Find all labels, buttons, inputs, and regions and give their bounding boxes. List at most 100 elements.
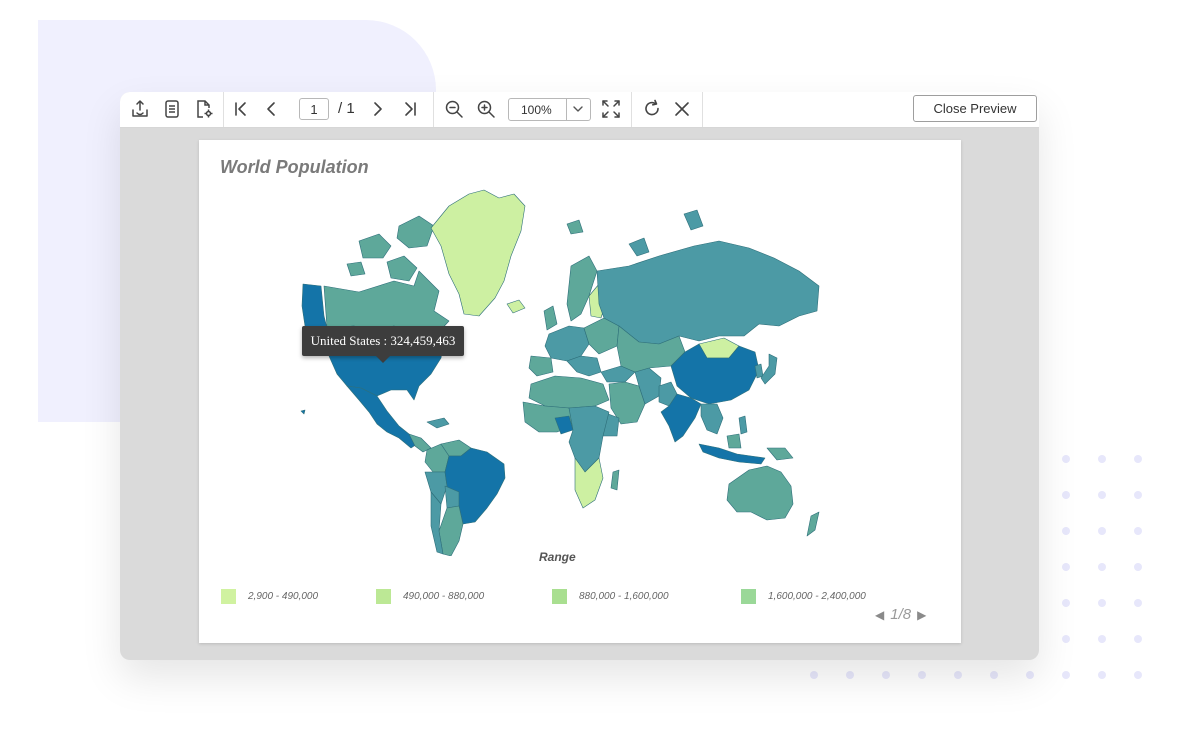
decorative-dot — [1062, 635, 1070, 643]
legend-swatch — [221, 588, 236, 604]
map-region-australia — [726, 465, 794, 521]
map-region-arctic-islands — [396, 215, 435, 249]
map-region-japan — [760, 353, 778, 385]
map-region-arctic-islands — [346, 261, 366, 277]
previous-page-icon[interactable] — [260, 98, 282, 120]
map-region-indonesia — [726, 433, 742, 449]
map-region-philippines — [738, 415, 748, 435]
report-title: World Population — [220, 157, 369, 177]
report-viewer: / 1 100% — [120, 92, 1039, 660]
map-region-western-europe — [544, 325, 590, 362]
decorative-dot — [1098, 455, 1106, 463]
decorative-dot — [1134, 671, 1142, 679]
legend-item[interactable]: 880,000 - 1,600,000 — [552, 588, 669, 604]
decorative-dot — [1026, 671, 1034, 679]
last-page-icon[interactable] — [399, 98, 421, 120]
legend-pager: ◀ 1/8 ▶ — [875, 606, 926, 623]
map-region-svalbard — [566, 219, 584, 235]
decorative-dot — [1062, 599, 1070, 607]
legend-item[interactable]: 490,000 - 880,000 — [376, 588, 484, 604]
export-icon[interactable] — [129, 98, 151, 120]
legend-item[interactable]: 2,900 - 490,000 — [221, 588, 318, 604]
page-total-label: / 1 — [338, 100, 355, 117]
decorative-dot — [1134, 527, 1142, 535]
decorative-dot — [1134, 635, 1142, 643]
decorative-dot — [1062, 455, 1070, 463]
map-region-iceland — [506, 299, 526, 314]
decorative-dot — [954, 671, 962, 679]
zoom-out-icon[interactable] — [443, 98, 465, 120]
map-region-argentina — [438, 505, 464, 556]
decorative-dot — [1098, 491, 1106, 499]
viewer-toolbar: / 1 100% — [120, 92, 1039, 128]
zoom-dropdown-divider — [566, 99, 567, 120]
page-number-input[interactable] — [299, 98, 329, 120]
legend-label: 880,000 - 1,600,000 — [579, 590, 669, 602]
legend-swatch — [376, 588, 391, 604]
chevron-down-icon[interactable] — [571, 102, 585, 121]
zoom-in-icon[interactable] — [475, 98, 497, 120]
map-region-iberia — [528, 355, 554, 377]
decorative-dot — [990, 671, 998, 679]
decorative-dot — [1098, 527, 1106, 535]
legend-page-label: 1/8 — [890, 606, 912, 623]
legend-item[interactable]: 1,600,000 - 2,400,000 — [741, 588, 866, 604]
decorative-dot — [1134, 563, 1142, 571]
map-region-alaska — [301, 283, 328, 333]
decorative-dot — [1098, 563, 1106, 571]
legend-swatch — [741, 588, 756, 604]
legend-prev-icon[interactable]: ◀ — [875, 608, 884, 622]
map-region-southeast-asia — [700, 403, 724, 435]
map-region-madagascar — [610, 469, 620, 491]
toolbar-separator — [433, 92, 434, 127]
document-icon[interactable] — [161, 98, 183, 120]
map-region-north-africa — [528, 375, 610, 409]
refresh-icon[interactable] — [641, 98, 663, 120]
decorative-dot — [1098, 599, 1106, 607]
decorative-dot — [846, 671, 854, 679]
map-region-russia — [596, 240, 820, 345]
decorative-dot — [1062, 527, 1070, 535]
legend-swatch — [552, 588, 567, 604]
map-region-mexico — [346, 385, 418, 449]
map-tooltip: United States : 324,459,463 — [302, 326, 464, 363]
map-region-new-zealand — [806, 511, 820, 537]
decorative-dot — [1062, 563, 1070, 571]
decorative-dot — [1062, 491, 1070, 499]
decorative-dot — [1098, 671, 1106, 679]
map-region-new-guinea — [766, 447, 794, 461]
map-region-italy-balkans — [566, 355, 602, 377]
legend-next-icon[interactable]: ▶ — [917, 608, 926, 622]
legend-title: Range — [539, 550, 576, 564]
legend-label: 2,900 - 490,000 — [248, 590, 319, 602]
legend-label: 490,000 - 880,000 — [403, 590, 485, 602]
close-preview-button[interactable]: Close Preview — [913, 95, 1037, 122]
close-icon[interactable] — [671, 98, 693, 120]
legend-label: 1,600,000 - 2,400,000 — [768, 590, 866, 602]
zoom-dropdown[interactable]: 100% — [508, 98, 591, 121]
decorative-dot — [1062, 671, 1070, 679]
world-map[interactable] — [299, 186, 829, 556]
decorative-dot — [1098, 635, 1106, 643]
map-region-arctic-islands — [628, 237, 650, 257]
toolbar-separator — [223, 92, 224, 127]
map-region-arctic-islands — [683, 209, 704, 231]
map-region-caribbean — [426, 417, 450, 429]
map-region-arctic-islands — [386, 255, 418, 282]
map-region-arctic-islands — [358, 233, 392, 259]
next-page-icon[interactable] — [367, 98, 389, 120]
report-page: World Population United States: 324,459… — [199, 140, 961, 643]
decorative-dot — [810, 671, 818, 679]
page-setup-icon[interactable] — [193, 98, 215, 120]
decorative-dot — [1134, 455, 1142, 463]
first-page-icon[interactable] — [230, 98, 252, 120]
toolbar-separator — [631, 92, 632, 127]
map-region-greenland — [430, 189, 526, 317]
zoom-value: 100% — [521, 103, 552, 117]
map-region-uk — [543, 305, 558, 331]
fit-page-icon[interactable] — [600, 98, 622, 120]
map-region-hawaii — [300, 409, 306, 415]
decorative-dot — [1134, 491, 1142, 499]
decorative-dot — [918, 671, 926, 679]
decorative-dot — [1134, 599, 1142, 607]
